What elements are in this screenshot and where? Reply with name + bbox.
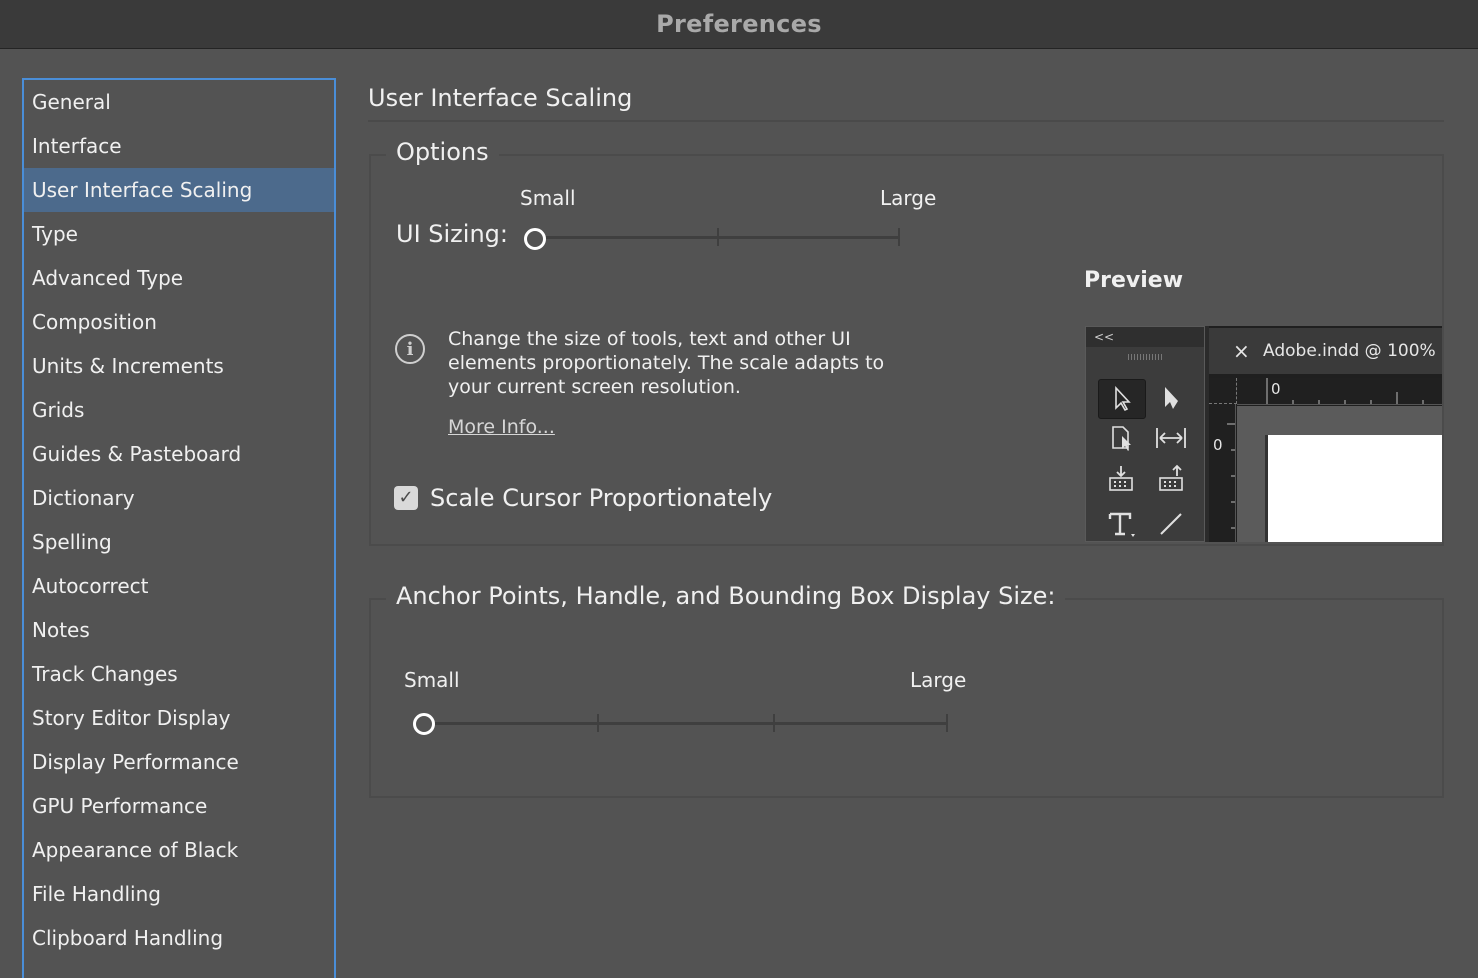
sidebar-item-notes[interactable]: Notes [24, 608, 334, 652]
info-icon: i [395, 334, 425, 364]
sidebar-item-grids[interactable]: Grids [24, 388, 334, 432]
horizontal-ruler-zero: 0 [1271, 380, 1281, 398]
gap-tool-icon [1148, 419, 1194, 457]
sidebar-item-track-changes[interactable]: Track Changes [24, 652, 334, 696]
sidebar-item-guides-and-pasteboard[interactable]: Guides & Pasteboard [24, 432, 334, 476]
sidebar-item-story-editor-display[interactable]: Story Editor Display [24, 696, 334, 740]
direct-selection-tool-icon [1148, 379, 1194, 417]
sidebar-item-clipboard-handling[interactable]: Clipboard Handling [24, 916, 334, 960]
sidebar-item-dictionary[interactable]: Dictionary [24, 476, 334, 520]
line-tool-icon [1148, 505, 1194, 542]
preview-grip-icon [1128, 354, 1162, 360]
ui-sizing-slider-tick [898, 228, 900, 246]
anchor-slider-tick [773, 714, 775, 732]
ui-sizing-slider-track[interactable] [540, 236, 900, 239]
ui-sizing-slider-tick [717, 228, 719, 246]
type-tool-icon [1098, 505, 1144, 542]
preview-document-name: Adobe.indd @ 100% | [1263, 341, 1442, 361]
sidebar-item-type[interactable]: Type [24, 212, 334, 256]
more-info-link[interactable]: More Info... [448, 416, 555, 438]
anchor-slider-knob[interactable] [413, 713, 435, 735]
selection-tool-icon [1098, 379, 1146, 419]
sidebar-item-user-interface-scaling[interactable]: User Interface Scaling [24, 168, 334, 212]
anchor-large-label: Large [910, 668, 967, 692]
sidebar-item-appearance-of-black[interactable]: Appearance of Black [24, 828, 334, 872]
window-title: Preferences [656, 10, 822, 38]
options-legend: Options [386, 138, 499, 166]
scale-cursor-checkbox[interactable]: ✓ [394, 486, 418, 510]
preview-collapse-icon: << [1086, 327, 1204, 347]
sidebar-item-advanced-type[interactable]: Advanced Type [24, 256, 334, 300]
anchor-size-legend: Anchor Points, Handle, and Bounding Box … [386, 582, 1066, 610]
anchor-small-label: Small [404, 668, 460, 692]
sidebar-item-gpu-performance[interactable]: GPU Performance [24, 784, 334, 828]
ruler-corner [1209, 378, 1237, 404]
sidebar-item-spelling[interactable]: Spelling [24, 520, 334, 564]
preview-tools-panel: << [1085, 326, 1205, 542]
ui-sizing-small-label: Small [520, 186, 576, 210]
sidebar-item-display-performance[interactable]: Display Performance [24, 740, 334, 784]
anchor-slider-tick [597, 714, 599, 732]
info-description: Change the size of tools, text and other… [448, 328, 885, 398]
anchor-slider-tick [946, 714, 948, 732]
sidebar-item-autocorrect[interactable]: Autocorrect [24, 564, 334, 608]
preferences-category-list[interactable]: General Interface User Interface Scaling Ty… [22, 78, 336, 978]
scale-cursor-label[interactable]: Scale Cursor Proportionately [430, 484, 772, 512]
title-bar: Preferences [0, 0, 1478, 49]
content-placer-tool-icon [1148, 459, 1194, 497]
vertical-ruler: 0 [1209, 404, 1236, 542]
sidebar-item-interface[interactable]: Interface [24, 124, 334, 168]
preview-label: Preview [1084, 268, 1184, 293]
sidebar-item-file-handling[interactable]: File Handling [24, 872, 334, 916]
horizontal-ruler: 0 [1237, 378, 1442, 405]
anchor-slider-track[interactable] [430, 722, 948, 725]
content-collector-tool-icon [1098, 459, 1144, 497]
sidebar-item-composition[interactable]: Composition [24, 300, 334, 344]
preview-document-area: × Adobe.indd @ 100% | 0 0 [1209, 326, 1442, 542]
ui-sizing-label: UI Sizing: [396, 220, 508, 248]
close-icon: × [1233, 339, 1250, 363]
page-tool-icon [1098, 419, 1144, 457]
anchor-size-group [369, 598, 1444, 798]
preview-document-tab: × Adobe.indd @ 100% | [1209, 328, 1442, 374]
sidebar-item-general[interactable]: General [24, 80, 334, 124]
preview-panel: << × Adobe.indd @ 100% | 0 0 [1085, 326, 1442, 542]
vertical-ruler-zero: 0 [1213, 436, 1223, 454]
page-title: User Interface Scaling [368, 84, 633, 112]
title-divider [368, 120, 1444, 122]
preview-page [1265, 435, 1442, 542]
ui-sizing-slider-knob[interactable] [524, 228, 546, 250]
sidebar-item-units-and-increments[interactable]: Units & Increments [24, 344, 334, 388]
ui-sizing-large-label: Large [880, 186, 937, 210]
